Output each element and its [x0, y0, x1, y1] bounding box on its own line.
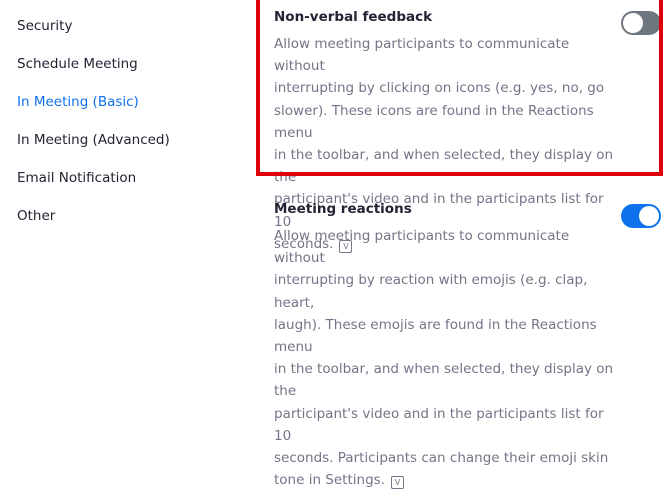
- description-line: laugh). These emojis are found in the Re…: [274, 316, 597, 356]
- setting-meeting-reactions: Meeting reactions Allow meeting particip…: [274, 201, 613, 490]
- v-info-icon[interactable]: V: [390, 476, 404, 490]
- highlight-box: [256, 0, 663, 176]
- description-line: tone in Settings.: [274, 472, 385, 489]
- sidebar-item-in-meeting-basic[interactable]: In Meeting (Basic): [17, 94, 139, 110]
- setting-title: Meeting reactions: [274, 201, 412, 217]
- settings-sidebar: Security Schedule Meeting In Meeting (Ba…: [0, 0, 240, 391]
- description-line: Allow meeting participants to communicat…: [274, 228, 570, 267]
- sidebar-item-email-notification[interactable]: Email Notification: [17, 170, 136, 186]
- sidebar-item-security[interactable]: Security: [17, 18, 72, 34]
- meeting-reactions-toggle[interactable]: [621, 204, 661, 228]
- sidebar-item-other[interactable]: Other: [17, 208, 55, 224]
- description-line: interrupting by reaction with emojis (e.…: [274, 272, 588, 311]
- sidebar-item-in-meeting-advanced[interactable]: In Meeting (Advanced): [17, 132, 170, 148]
- toggle-knob: [639, 206, 659, 226]
- setting-description: Allow meeting participants to communicat…: [274, 225, 614, 491]
- sidebar-item-schedule-meeting[interactable]: Schedule Meeting: [17, 56, 138, 72]
- description-line: participant's video and in the participa…: [274, 405, 604, 444]
- description-line: in the toolbar, and when selected, they …: [274, 361, 614, 400]
- description-line: seconds. Participants can change their e…: [274, 450, 609, 467]
- description-line-last: tone in Settings. V: [274, 469, 614, 491]
